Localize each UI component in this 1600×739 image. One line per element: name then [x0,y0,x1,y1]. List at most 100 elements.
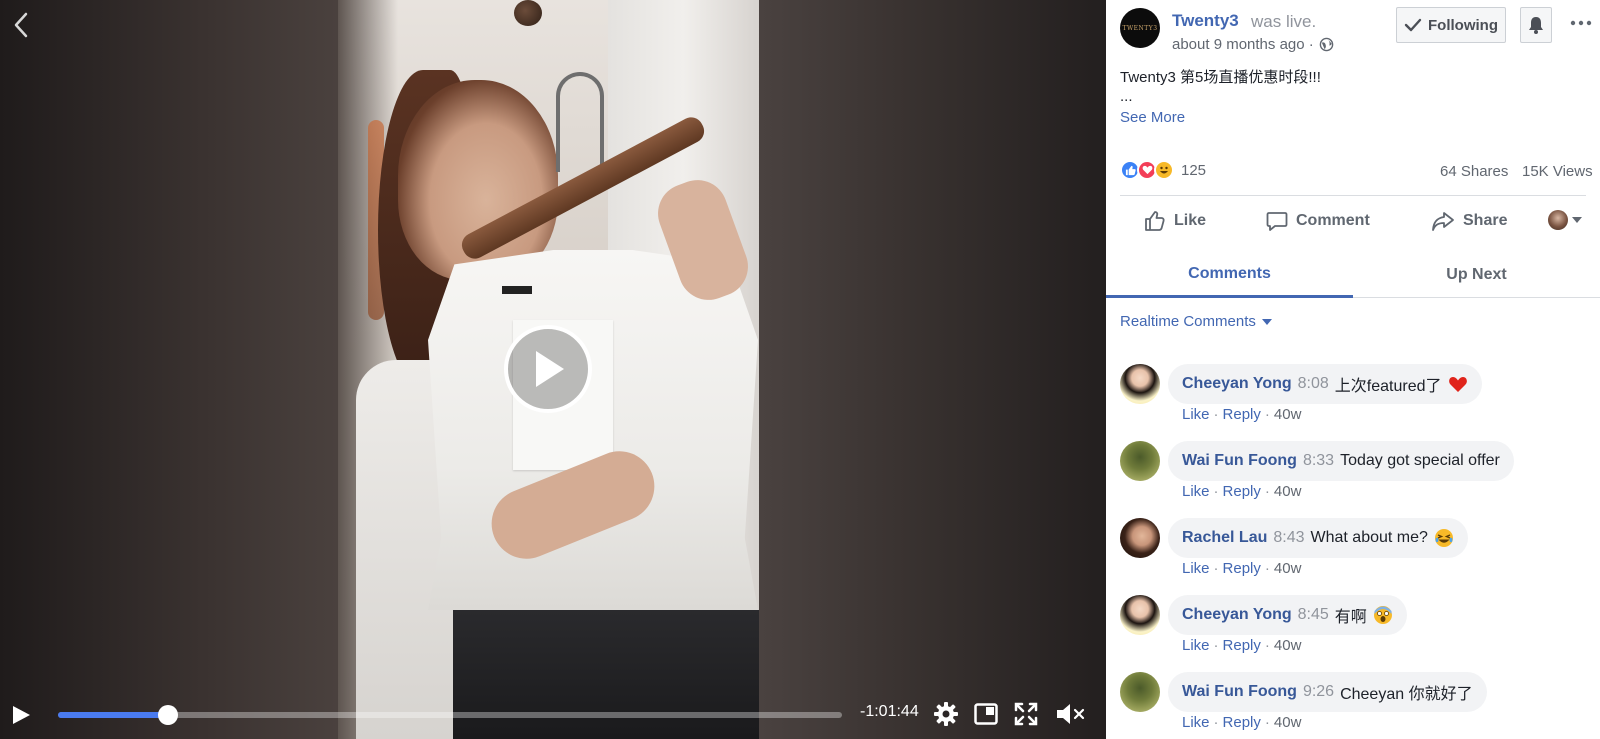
commenter-avatar[interactable] [1120,441,1160,481]
video-scene-skirt [453,610,759,739]
comment-text: Today got special offer [1340,452,1500,470]
comment-text-content: What about me? [1310,529,1428,546]
page-name-link[interactable]: Twenty3 [1172,11,1239,31]
post-side-panel: TWENTY3 Twenty3 was live. about 9 months… [1106,0,1600,739]
video-player[interactable]: -1:01:44 [0,0,1106,739]
comment-age[interactable]: 40w [1274,406,1302,423]
laughing-emoji-icon [1434,529,1453,547]
play-control-button[interactable] [10,704,32,726]
picture-in-picture-icon[interactable] [973,701,999,727]
comment-text-content: Today got special offer [1340,452,1500,469]
shares-count[interactable]: 64 Shares [1440,163,1508,180]
like-button[interactable]: Like [1144,206,1206,236]
comment-actions: Like · Reply · 40w [1182,406,1302,423]
screaming-emoji-icon [1373,606,1392,624]
commenter-avatar[interactable] [1120,595,1160,635]
commenter-avatar[interactable] [1120,672,1160,712]
comment-like-link[interactable]: Like [1182,483,1210,500]
comment-time[interactable]: 8:43 [1273,529,1304,547]
commenter-avatar[interactable] [1120,364,1160,404]
commenter-avatar[interactable] [1120,518,1160,558]
comment-reply-link[interactable]: Reply [1223,406,1261,423]
comment-age[interactable]: 40w [1274,560,1302,577]
comment-button-label: Comment [1296,212,1370,229]
comment-reply-link[interactable]: Reply [1223,714,1261,731]
video-scene-ornament [514,0,542,26]
video-scene-hanger-hook [556,72,604,172]
like-button-label: Like [1174,212,1207,229]
following-label: Following [1428,16,1498,34]
comment-like-link[interactable]: Like [1182,406,1210,423]
comment-bubble-icon [1266,212,1288,231]
see-more-link[interactable]: See More [1120,109,1185,126]
comment-bubble: Wai Fun Foong 8:33 Today got special off… [1168,441,1514,481]
play-icon [13,706,30,724]
comment-author[interactable]: Wai Fun Foong [1182,683,1297,701]
comment-like-link[interactable]: Like [1182,637,1210,654]
post-actions: Like Comment Share [1106,198,1600,244]
comment-actions: Like · Reply · 40w [1182,714,1302,731]
page-avatar[interactable]: TWENTY3 [1120,8,1160,48]
tab-up-next[interactable]: Up Next [1353,252,1600,298]
divider [1120,195,1586,196]
panel-tabs: Comments Up Next [1106,252,1600,298]
comment-author[interactable]: Cheeyan Yong [1182,606,1292,624]
comment-time[interactable]: 8:45 [1298,606,1329,624]
comment-item: Cheeyan Yong 8:08 上次featured了 Like · Rep… [1120,364,1590,434]
comment-author[interactable]: Wai Fun Foong [1182,452,1297,470]
more-options-icon[interactable] [1568,10,1594,36]
comment-bubble: Cheeyan Yong 8:08 上次featured了 [1168,364,1482,404]
settings-gear-icon[interactable] [933,701,959,727]
post-as-selector[interactable] [1548,210,1582,230]
comment-filter-label: Realtime Comments [1120,313,1256,330]
progress-bar[interactable] [58,705,842,725]
notification-bell-button[interactable] [1520,7,1552,43]
comment-actions: Like · Reply · 40w [1182,483,1302,500]
comment-age[interactable]: 40w [1274,637,1302,654]
video-blur-right [759,0,1106,739]
comment-text: 上次featured了 [1335,372,1468,396]
comment-filter-dropdown[interactable]: Realtime Comments [1120,313,1272,330]
comment-like-link[interactable]: Like [1182,714,1210,731]
heart-emoji-icon [1448,377,1467,392]
big-play-button[interactable] [504,325,592,413]
comment-author[interactable]: Rachel Lau [1182,529,1267,547]
caret-down-icon [1261,318,1272,325]
video-scene-shirt-label [502,286,532,294]
volume-muted-icon[interactable] [1054,701,1086,727]
play-icon [536,351,564,387]
post-body-text: Twenty3 第5场直播优惠时段!!! [1120,69,1321,86]
comment-time[interactable]: 9:26 [1303,683,1334,701]
comment-button[interactable]: Comment [1266,206,1370,236]
reaction-count: 125 [1181,161,1207,179]
bell-icon [1529,17,1543,34]
comment-time[interactable]: 8:33 [1303,452,1334,470]
user-avatar [1548,210,1568,230]
reactions-summary[interactable]: 125 [1120,160,1206,180]
comment-reply-link[interactable]: Reply [1223,637,1261,654]
comment-text-content: 有啊 [1334,609,1367,626]
comment-reply-link[interactable]: Reply [1223,560,1261,577]
share-button[interactable]: Share [1431,206,1507,236]
fullscreen-icon[interactable] [1013,701,1039,727]
post-time-text[interactable]: about 9 months ago · [1172,36,1314,53]
comment-like-link[interactable]: Like [1182,560,1210,577]
comment-time[interactable]: 8:08 [1298,375,1329,393]
back-chevron-icon[interactable] [6,10,36,40]
checkmark-icon [1404,18,1422,32]
comment-reply-link[interactable]: Reply [1223,483,1261,500]
comment-age[interactable]: 40w [1274,714,1302,731]
comment-actions: Like · Reply · 40w [1182,637,1302,654]
comment-item: Rachel Lau 8:43 What about me? Like · Re… [1120,518,1590,588]
following-button[interactable]: Following [1396,7,1506,43]
share-arrow-icon [1432,212,1454,231]
comment-item: Cheeyan Yong 8:45 有啊 Like · Reply · 40w [1120,595,1590,665]
comment-author[interactable]: Cheeyan Yong [1182,375,1292,393]
caret-down-icon [1572,217,1582,223]
tab-comments[interactable]: Comments [1106,252,1353,298]
live-status-text: was live. [1251,12,1317,31]
comment-age[interactable]: 40w [1274,483,1302,500]
comment-text: Cheeyan 你就好了 [1340,680,1473,704]
progress-scrubber[interactable] [157,705,178,725]
comment-bubble: Rachel Lau 8:43 What about me? [1168,518,1468,558]
